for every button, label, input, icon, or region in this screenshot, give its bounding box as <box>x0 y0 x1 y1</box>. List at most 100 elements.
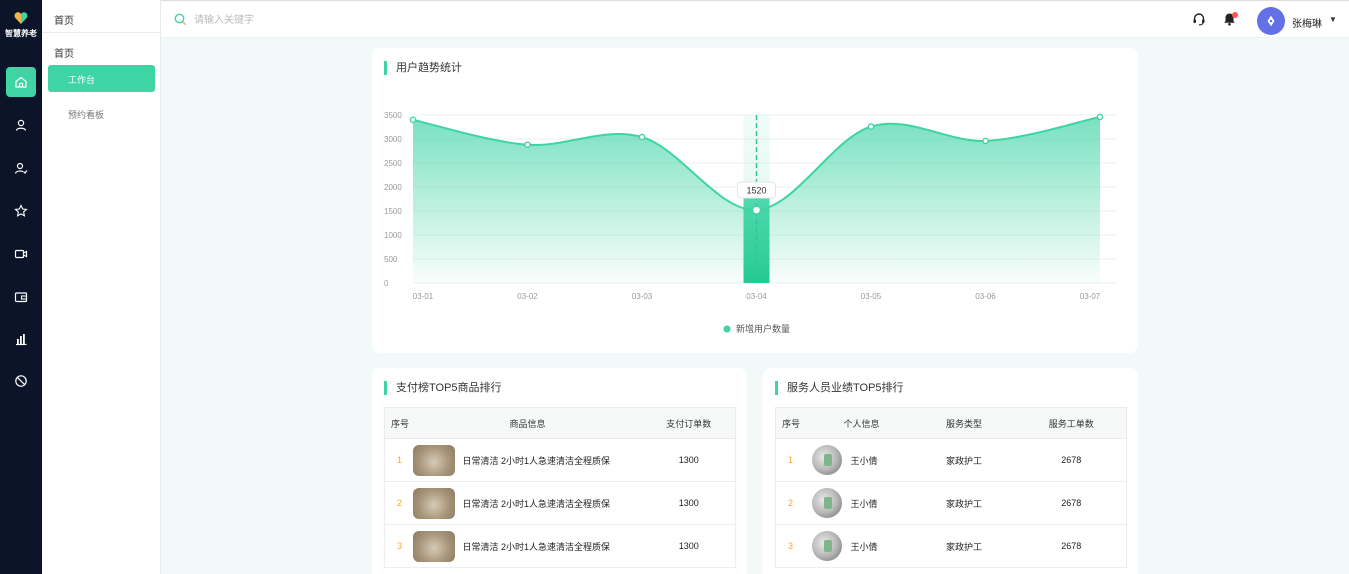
product-name: 日常清洁 2小时1人急速清洁全程质保 <box>462 498 611 509</box>
table-row[interactable]: 1 王小倩 家政护工 2678 <box>775 438 1127 482</box>
column-header: 服务工单数 <box>1016 407 1127 439</box>
staff-avatar <box>811 488 842 518</box>
sidebar-section-title: 首页 <box>54 49 74 60</box>
orders-cell: 1300 <box>642 481 736 525</box>
order-count-cell: 2678 <box>1016 524 1127 568</box>
product-cell: 日常清洁 2小时1人急速清洁全程质保 <box>412 481 643 525</box>
service-type-cell: 家政护工 <box>911 481 1017 525</box>
data-point <box>751 205 762 215</box>
product-cell: 日常清洁 2小时1人急速清洁全程质保 <box>412 524 643 568</box>
notification-badge <box>1232 12 1238 18</box>
headset-icon[interactable] <box>1192 12 1206 26</box>
product-cell: 日常清洁 2小时1人急速清洁全程质保 <box>412 438 643 482</box>
user-trend-chart: 0 500 1000 1500 2000 2500 3000 3500 1520 03-01 03-… <box>384 111 1117 334</box>
x-tick-label: 03-05 <box>861 292 882 301</box>
x-tick-label: 03-03 <box>632 292 653 301</box>
heart-logo-icon <box>14 12 28 24</box>
service-type-cell: 家政护工 <box>911 524 1017 568</box>
data-point <box>867 123 875 130</box>
avatar[interactable] <box>1257 7 1285 35</box>
sidebar-item-workbench[interactable]: 工作台 <box>48 65 155 92</box>
sidebar: 首页 首页 工作台 预约看板 <box>42 0 161 574</box>
order-count-cell: 2678 <box>1016 438 1127 482</box>
x-tick-label: 03-02 <box>517 292 538 301</box>
order-count-cell: 2678 <box>1016 481 1127 525</box>
table-header-row: 序号 商品信息 支付订单数 <box>384 407 736 439</box>
rank-cell: 3 <box>384 524 413 568</box>
service-type-cell: 家政护工 <box>911 438 1017 482</box>
staff-name: 王小倩 <box>850 541 878 552</box>
card-title: 支付榜TOP5商品排行 <box>384 381 502 395</box>
notification-button[interactable] <box>1223 12 1238 29</box>
product-thumbnail <box>412 530 455 562</box>
column-header: 支付订单数 <box>642 407 736 439</box>
table-row[interactable]: 3 王小倩 家政护工 2678 <box>775 524 1127 568</box>
user-trend-card: 用户趋势统计 0 500 1000 1500 2000 2500 3000 3500 1520 0… <box>372 48 1138 353</box>
user-check-icon <box>14 162 28 174</box>
search-input[interactable] <box>194 12 394 28</box>
pen-nib-icon <box>1267 15 1275 27</box>
rail-item-user[interactable] <box>6 110 36 140</box>
table-row[interactable]: 2 王小倩 家政护工 2678 <box>775 481 1127 525</box>
column-header: 序号 <box>775 407 812 439</box>
data-point <box>638 133 646 141</box>
app-logo[interactable]: 智慧养老 <box>0 10 42 39</box>
product-name: 日常清洁 2小时1人急速清洁全程质保 <box>462 455 611 466</box>
product-thumbnail <box>412 487 455 519</box>
table-row[interactable]: 3 日常清洁 2小时1人急速清洁全程质保 1300 <box>384 524 736 568</box>
home-icon <box>15 76 27 88</box>
legend-label: 新增用户数量 <box>736 323 790 334</box>
y-tick-label: 3000 <box>384 135 402 144</box>
card-title: 服务人员业绩TOP5排行 <box>775 381 904 395</box>
app-name: 智慧养老 <box>5 29 37 38</box>
orders-cell: 1300 <box>642 524 736 568</box>
x-tick-label: 03-04 <box>746 292 767 301</box>
y-tick-label: 0 <box>384 279 389 288</box>
caret-down-icon[interactable]: ▼ <box>1329 15 1337 24</box>
top-products-table: 序号 商品信息 支付订单数 1 日常清洁 2小时1人急速清洁全程质保 1300 … <box>384 407 736 568</box>
staff-name: 王小倩 <box>850 498 878 509</box>
x-tick-label: 03-07 <box>1080 292 1101 301</box>
icon-rail: 智慧养老 <box>0 0 42 574</box>
staff-name: 王小倩 <box>850 455 878 466</box>
user-name[interactable]: 张梅琳 <box>1292 15 1322 30</box>
data-point <box>524 141 531 149</box>
bar-chart-icon <box>16 334 27 346</box>
sidebar-item-booking-board[interactable]: 预约看板 <box>68 108 104 121</box>
product-name: 日常清洁 2小时1人急速清洁全程质保 <box>462 541 611 552</box>
rank-cell: 2 <box>384 481 413 525</box>
rail-item-staff[interactable] <box>6 153 36 183</box>
top-staff-table: 序号 个人信息 服务类型 服务工单数 1 王小倩 家政护工 2678 2 王小倩… <box>775 407 1127 568</box>
data-point <box>409 116 417 124</box>
top-products-card: 支付榜TOP5商品排行 序号 商品信息 支付订单数 1 日常清洁 2小时1人急速… <box>372 368 747 574</box>
top-staff-card: 服务人员业绩TOP5排行 序号 个人信息 服务类型 服务工单数 1 王小倩 家政… <box>763 368 1138 574</box>
top-bar: 张梅琳 ▼ <box>161 0 1349 38</box>
video-icon <box>14 249 28 259</box>
block-icon <box>15 375 27 387</box>
column-header: 服务类型 <box>911 407 1017 439</box>
rail-item-home[interactable] <box>6 67 36 97</box>
y-tick-label: 500 <box>384 255 398 264</box>
rank-cell: 1 <box>775 438 812 482</box>
breadcrumb[interactable]: 首页 <box>54 12 74 27</box>
y-tick-label: 3500 <box>384 111 402 120</box>
x-tick-label: 03-01 <box>413 292 434 301</box>
rail-item-stats[interactable] <box>6 324 36 354</box>
rank-cell: 2 <box>775 481 812 525</box>
rail-item-blocked[interactable] <box>6 366 36 396</box>
orders-cell: 1300 <box>642 438 736 482</box>
rank-cell: 1 <box>384 438 413 482</box>
y-tick-label: 2500 <box>384 159 402 168</box>
data-point <box>1096 113 1104 121</box>
rail-item-video[interactable] <box>6 239 36 269</box>
y-tick-label: 1500 <box>384 207 402 216</box>
rail-item-wallet[interactable] <box>6 282 36 312</box>
table-header-row: 序号 个人信息 服务类型 服务工单数 <box>775 407 1127 439</box>
product-thumbnail <box>412 444 455 476</box>
rail-item-favorites[interactable] <box>6 196 36 226</box>
person-cell: 王小倩 <box>811 481 912 525</box>
table-row[interactable]: 2 日常清洁 2小时1人急速清洁全程质保 1300 <box>384 481 736 525</box>
sidebar-divider <box>42 32 161 33</box>
y-tick-label: 1000 <box>384 231 402 240</box>
table-row[interactable]: 1 日常清洁 2小时1人急速清洁全程质保 1300 <box>384 438 736 482</box>
